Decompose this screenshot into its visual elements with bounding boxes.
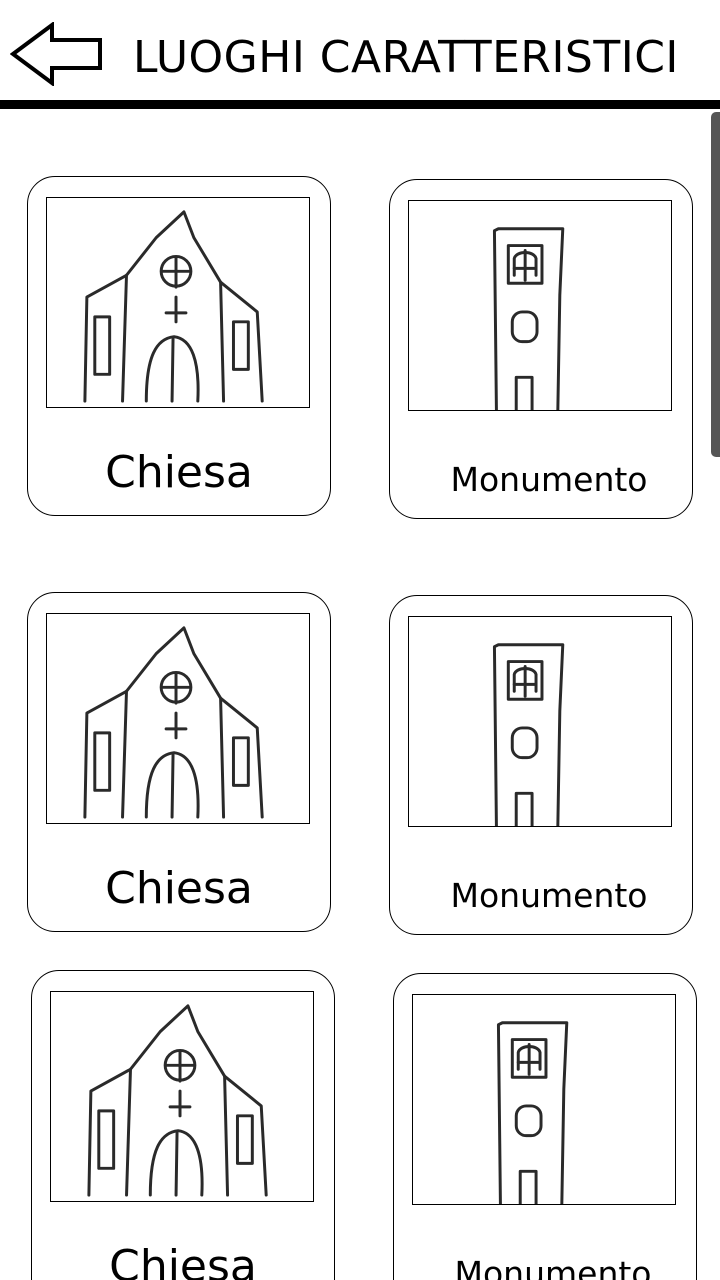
arrow-left-icon [9, 21, 102, 87]
church-image [50, 991, 314, 1202]
church-sketch-icon [83, 210, 264, 403]
tower-sketch-icon [496, 1021, 569, 1204]
tower-sketch-icon [492, 227, 565, 410]
tower-image [408, 616, 672, 827]
screen: LUOGHI CARATTERISTICI Chiesa Monumento C… [0, 0, 720, 1280]
page-title: LUOGHI CARATTERISTICI [133, 32, 679, 83]
card-label: Chiesa [109, 1241, 257, 1280]
back-button[interactable] [9, 21, 104, 87]
church-sketch-icon [83, 626, 264, 819]
church-image [46, 197, 310, 408]
tower-sketch-icon [492, 643, 565, 826]
card-chiesa[interactable]: Chiesa [27, 176, 331, 516]
card-label: Chiesa [105, 863, 253, 914]
header-divider [0, 100, 720, 109]
church-sketch-icon [87, 1004, 268, 1197]
card-monumento[interactable]: Monumento [393, 973, 697, 1280]
card-chiesa[interactable]: Chiesa [27, 592, 331, 932]
card-label: Monumento [454, 1254, 652, 1280]
card-monumento[interactable]: Monumento [389, 595, 693, 935]
card-label: Monumento [450, 876, 648, 915]
tower-image [412, 994, 676, 1205]
scrollbar[interactable] [711, 112, 720, 457]
card-monumento[interactable]: Monumento [389, 179, 693, 519]
church-image [46, 613, 310, 824]
card-label: Monumento [450, 460, 648, 499]
top-bar: LUOGHI CARATTERISTICI [0, 0, 720, 100]
tower-image [408, 200, 672, 411]
card-label: Chiesa [105, 447, 253, 498]
card-chiesa[interactable]: Chiesa [31, 970, 335, 1280]
